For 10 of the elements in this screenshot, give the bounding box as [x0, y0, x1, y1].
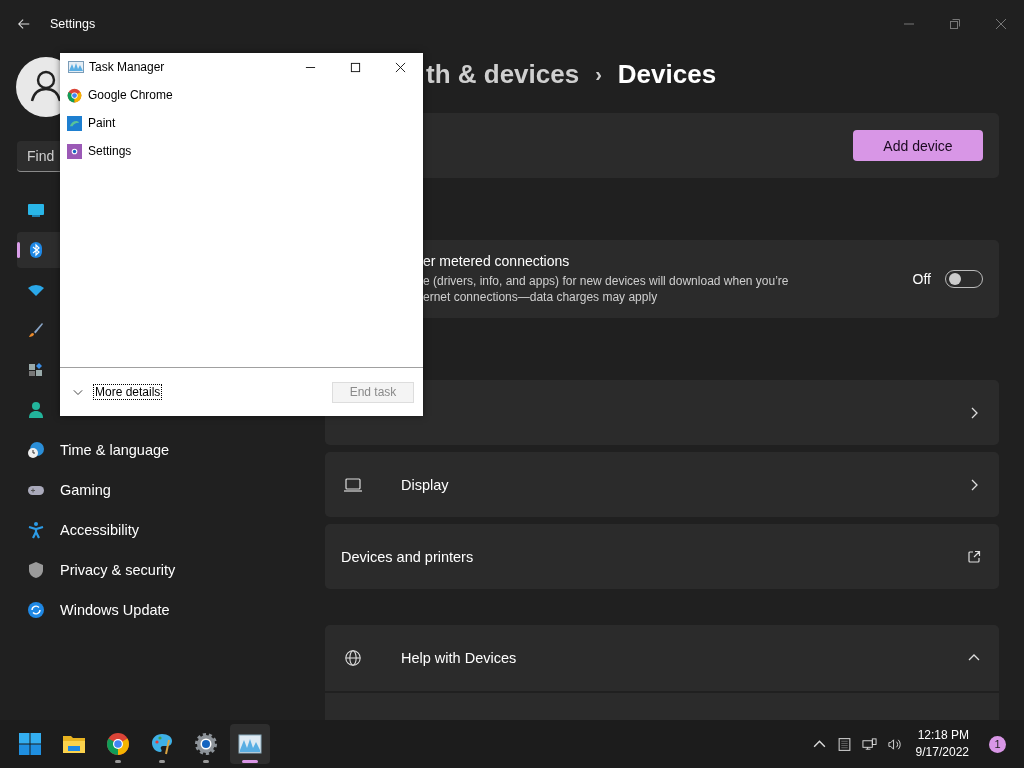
toggle-state: Off	[912, 271, 931, 287]
breadcrumb-separator: ›	[595, 63, 602, 86]
clock-date: 9/17/2022	[915, 744, 969, 761]
window-title: Task Manager	[89, 60, 165, 74]
window-title: Settings	[50, 17, 96, 31]
page-title: Devices	[617, 59, 717, 90]
setting-description: ernet connections—data charges may apply	[423, 289, 659, 305]
setting-title: er metered connections	[423, 253, 571, 269]
setting-description: e (drivers, info, and apps) for new devices will download when you’re	[423, 273, 790, 289]
clock-time: 12:18 PM	[917, 727, 969, 744]
